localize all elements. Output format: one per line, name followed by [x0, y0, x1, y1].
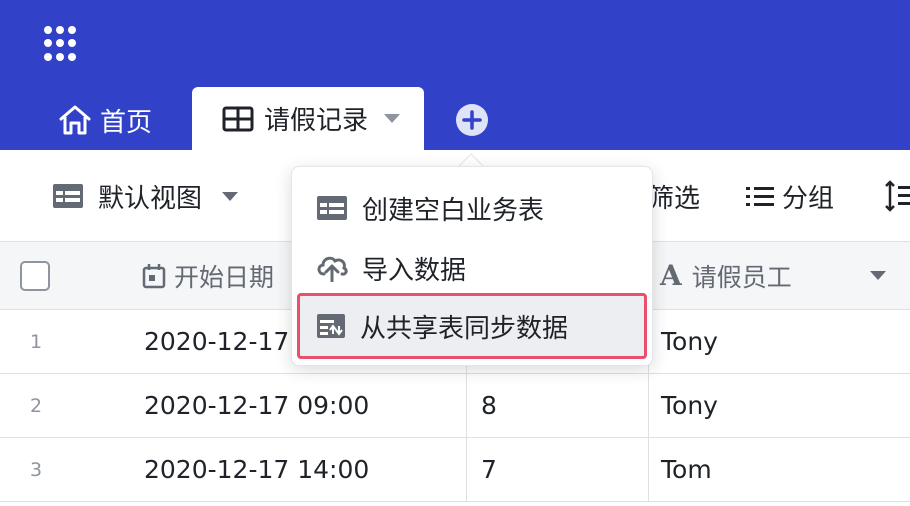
filter-label: 筛选: [648, 183, 701, 214]
table-icon: [53, 184, 83, 208]
filter-button[interactable]: 筛选: [648, 178, 700, 214]
calendar-icon: [142, 263, 166, 288]
home-icon: [59, 105, 91, 135]
row-height-icon: [885, 180, 910, 212]
cell-duration[interactable]: 8: [466, 374, 648, 437]
menu-item-label: 从共享表同步数据: [360, 313, 569, 344]
cell-employee[interactable]: Tom: [648, 438, 910, 501]
grid-table-icon: [222, 106, 254, 131]
menu-item-label: 创建空白业务表: [362, 195, 545, 226]
chevron-down-icon[interactable]: [870, 271, 886, 280]
group-button[interactable]: 分组: [746, 178, 834, 214]
tab-leave-records-label: 请假记录: [264, 106, 369, 136]
apps-grid-icon[interactable]: [44, 26, 80, 62]
cell-employee[interactable]: Tony: [648, 310, 910, 373]
text-a-icon: A: [660, 259, 682, 292]
menu-item-label: 导入数据: [362, 255, 467, 286]
cell-start-date[interactable]: 2020-12-17 09:00: [144, 374, 369, 437]
chevron-down-icon: [222, 191, 239, 201]
menu-item-create-blank-table[interactable]: 创建空白业务表: [292, 179, 654, 237]
sync-table-icon: [317, 314, 345, 338]
table-icon: [317, 196, 347, 220]
menu-item-sync-shared-table[interactable]: 从共享表同步数据: [297, 293, 647, 359]
select-all-checkbox[interactable]: [20, 261, 50, 291]
tab-home[interactable]: 首页: [58, 96, 152, 144]
cell-employee[interactable]: Tony: [648, 374, 910, 437]
cloud-upload-icon: [317, 256, 348, 282]
chevron-down-icon[interactable]: [384, 114, 401, 123]
tab-leave-records[interactable]: 请假记录: [192, 87, 424, 150]
row-number: 1: [29, 330, 43, 353]
column-header-employee[interactable]: A 请假员工: [660, 242, 886, 309]
add-table-menu: 创建空白业务表 导入数据 从共享表同步数据: [291, 166, 653, 366]
view-selector[interactable]: 默认视图: [52, 178, 239, 214]
row-number: 3: [29, 458, 43, 481]
column-header-label: 开始日期: [174, 262, 275, 292]
add-tab-button[interactable]: [456, 104, 488, 136]
group-label: 分组: [782, 183, 835, 214]
tab-home-label: 首页: [100, 107, 153, 138]
cell-start-date[interactable]: 2020-12-17 14:00: [144, 438, 369, 501]
list-group-icon: [746, 187, 774, 206]
plus-circle-icon: [457, 105, 487, 135]
table-row[interactable]: 3 2020-12-17 14:00 7 Tom: [0, 438, 910, 502]
row-number: 2: [29, 394, 43, 417]
table-row[interactable]: 2 2020-12-17 09:00 8 Tony: [0, 374, 910, 438]
cell-start-date[interactable]: 2020-12-17: [144, 310, 289, 373]
column-header-start-date[interactable]: 开始日期: [142, 242, 274, 309]
column-header-label: 请假员工: [691, 262, 792, 292]
top-bar: 首页 请假记录: [0, 0, 910, 150]
cell-duration[interactable]: 7: [466, 438, 648, 501]
sort-button[interactable]: [884, 178, 910, 214]
menu-item-import-data[interactable]: 导入数据: [292, 239, 654, 297]
view-label: 默认视图: [98, 183, 203, 214]
